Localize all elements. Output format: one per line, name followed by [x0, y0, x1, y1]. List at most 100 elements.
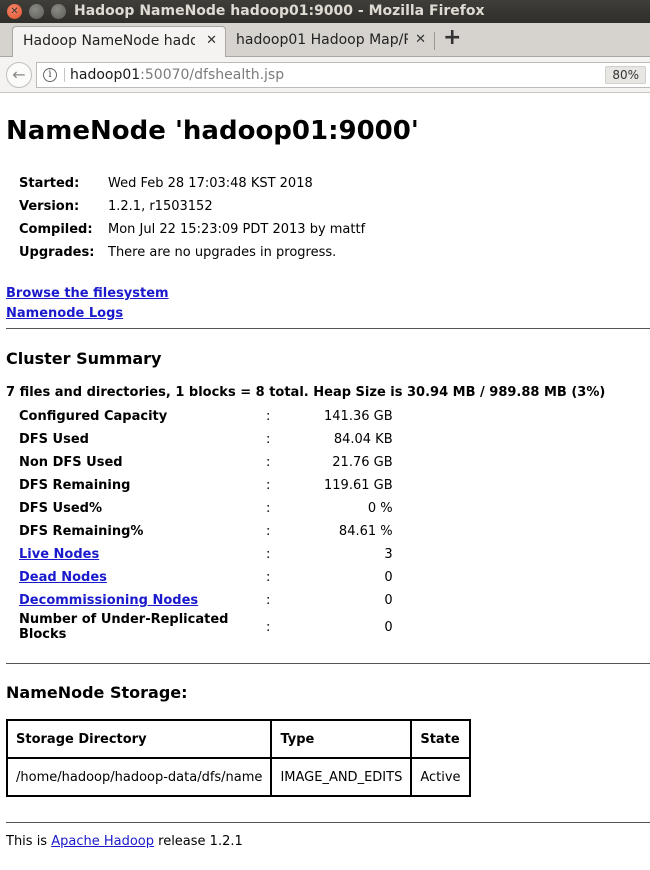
- table-row: DFS Remaining : 119.61 GB: [19, 474, 393, 497]
- footer: This is Apache Hadoop release 1.2.1: [6, 834, 243, 849]
- stat-separator: :: [266, 593, 271, 608]
- table-row: Live Nodes : 3: [19, 543, 393, 566]
- stat-value: 0: [384, 619, 393, 635]
- stat-value: 0: [384, 570, 393, 585]
- stat-key: DFS Remaining%: [19, 524, 144, 539]
- window-maximize-button[interactable]: [51, 4, 66, 19]
- stat-key: Non DFS Used: [19, 455, 123, 470]
- stat-key: Number of Under-Replicated Blocks: [19, 612, 229, 642]
- stat-separator: :: [266, 409, 271, 424]
- namenode-info-table: Started: Wed Feb 28 17:03:48 KST 2018 Ve…: [19, 172, 365, 264]
- table-cell: Active: [411, 758, 470, 796]
- page-title: NameNode 'hadoop01:9000': [6, 116, 419, 146]
- stat-separator: :: [266, 478, 271, 493]
- table-cell: IMAGE_AND_EDITS: [271, 758, 412, 796]
- footer-suffix: release 1.2.1: [154, 834, 243, 849]
- footer-prefix: This is: [6, 834, 52, 849]
- stat-value: 84.61 %: [338, 524, 393, 539]
- stat-value: 141.36 GB: [324, 409, 393, 424]
- info-value: 1.2.1, r1503152: [108, 199, 213, 214]
- stat-separator: :: [266, 455, 271, 470]
- page-content: NameNode 'hadoop01:9000' Started: Wed Fe…: [0, 94, 650, 870]
- stat-value: 84.04 KB: [333, 432, 393, 447]
- zoom-level-button[interactable]: 80%: [605, 66, 646, 84]
- column-header: Type: [271, 720, 412, 758]
- live-nodes-link[interactable]: Live Nodes: [19, 547, 99, 562]
- table-row: Decommissioning Nodes : 0: [19, 589, 393, 612]
- url-text[interactable]: hadoop01:50070/dfshealth.jsp: [70, 63, 284, 87]
- window-minimize-button[interactable]: [29, 4, 44, 19]
- namenode-storage-heading: NameNode Storage:: [6, 683, 188, 702]
- divider: [6, 822, 650, 823]
- tab-close-icon[interactable]: ✕: [415, 32, 426, 47]
- stat-separator: :: [266, 547, 271, 562]
- column-header: Storage Directory: [7, 720, 272, 758]
- stat-value: 0: [384, 593, 393, 608]
- info-value: There are no upgrades in progress.: [108, 245, 337, 260]
- table-row: Non DFS Used : 21.76 GB: [19, 451, 393, 474]
- info-value: Mon Jul 22 15:23:09 PDT 2013 by mattf: [108, 222, 366, 237]
- cluster-summary-table: Configured Capacity : 141.36 GB DFS Used…: [19, 405, 393, 642]
- table-row: DFS Used% : 0 %: [19, 497, 393, 520]
- info-row: Compiled: Mon Jul 22 15:23:09 PDT 2013 b…: [19, 218, 365, 241]
- info-icon[interactable]: i: [43, 68, 57, 82]
- info-key: Upgrades:: [19, 245, 95, 260]
- stat-key: DFS Remaining: [19, 478, 131, 493]
- stat-value: 3: [384, 547, 393, 562]
- stat-key: DFS Used%: [19, 501, 103, 516]
- divider: [6, 663, 650, 664]
- stat-separator: :: [266, 619, 271, 635]
- dead-nodes-link[interactable]: Dead Nodes: [19, 570, 107, 585]
- stat-key: Configured Capacity: [19, 409, 168, 424]
- info-key: Version:: [19, 199, 80, 214]
- tab-close-icon[interactable]: ✕: [206, 33, 217, 48]
- stat-separator: :: [266, 432, 271, 447]
- url-divider: [64, 68, 65, 82]
- tab-bar: Hadoop NameNode hado ✕ hadoop01 Hadoop M…: [0, 23, 650, 57]
- cluster-summary-line: 7 files and directories, 1 blocks = 8 to…: [6, 385, 606, 400]
- info-value: Wed Feb 28 17:03:48 KST 2018: [108, 176, 313, 191]
- tab-mapreduce[interactable]: hadoop01 Hadoop Map/R ✕: [226, 26, 434, 57]
- table-row: Configured Capacity : 141.36 GB: [19, 405, 393, 428]
- window-title: Hadoop NameNode hadoop01:9000 - Mozilla …: [74, 3, 485, 19]
- tab-divider: [434, 32, 435, 50]
- url-bar[interactable]: i hadoop01:50070/dfshealth.jsp 80%: [36, 62, 650, 88]
- url-host: hadoop01: [70, 67, 141, 83]
- info-row: Upgrades: There are no upgrades in progr…: [19, 241, 365, 264]
- apache-hadoop-link[interactable]: Apache Hadoop: [51, 834, 154, 849]
- table-cell: /home/hadoop/hadoop-data/dfs/name: [7, 758, 272, 796]
- tab-label: hadoop01 Hadoop Map/R: [236, 32, 408, 48]
- decommissioning-nodes-link[interactable]: Decommissioning Nodes: [19, 593, 198, 608]
- table-row: Dead Nodes : 0: [19, 566, 393, 589]
- table-row: DFS Used : 84.04 KB: [19, 428, 393, 451]
- stat-separator: :: [266, 524, 271, 539]
- divider: [6, 328, 650, 329]
- table-row: /home/hadoop/hadoop-data/dfs/name IMAGE_…: [7, 758, 470, 796]
- stat-key: DFS Used: [19, 432, 89, 447]
- browse-filesystem-link[interactable]: Browse the filesystem: [6, 286, 169, 301]
- stat-separator: :: [266, 570, 271, 585]
- stat-value: 21.76 GB: [332, 455, 393, 470]
- stat-value: 0 %: [367, 501, 393, 516]
- window-titlebar: ✕ Hadoop NameNode hadoop01:9000 - Mozill…: [0, 0, 650, 23]
- column-header: State: [411, 720, 470, 758]
- back-arrow-icon[interactable]: ←: [6, 62, 32, 88]
- table-row: Number of Under-Replicated Blocks : 0: [19, 612, 393, 642]
- namenode-logs-link[interactable]: Namenode Logs: [6, 306, 123, 321]
- window-close-button[interactable]: ✕: [7, 4, 22, 19]
- new-tab-icon[interactable]: +: [443, 27, 461, 49]
- nav-bar: ← i hadoop01:50070/dfshealth.jsp 80%: [0, 57, 650, 93]
- table-header-row: Storage Directory Type State: [7, 720, 470, 758]
- cluster-summary-heading: Cluster Summary: [6, 349, 162, 368]
- stat-value: 119.61 GB: [324, 478, 393, 493]
- page-links: Browse the filesystem Namenode Logs: [6, 284, 169, 324]
- tab-label: Hadoop NameNode hado: [23, 33, 195, 49]
- table-row: DFS Remaining% : 84.61 %: [19, 520, 393, 543]
- info-row: Version: 1.2.1, r1503152: [19, 195, 365, 218]
- tab-namenode[interactable]: Hadoop NameNode hado ✕: [12, 26, 226, 57]
- info-key: Compiled:: [19, 222, 93, 237]
- namenode-storage-table: Storage Directory Type State /home/hadoo…: [6, 719, 471, 797]
- url-path: :50070/dfshealth.jsp: [140, 67, 285, 83]
- stat-separator: :: [266, 501, 271, 516]
- info-key: Started:: [19, 176, 80, 191]
